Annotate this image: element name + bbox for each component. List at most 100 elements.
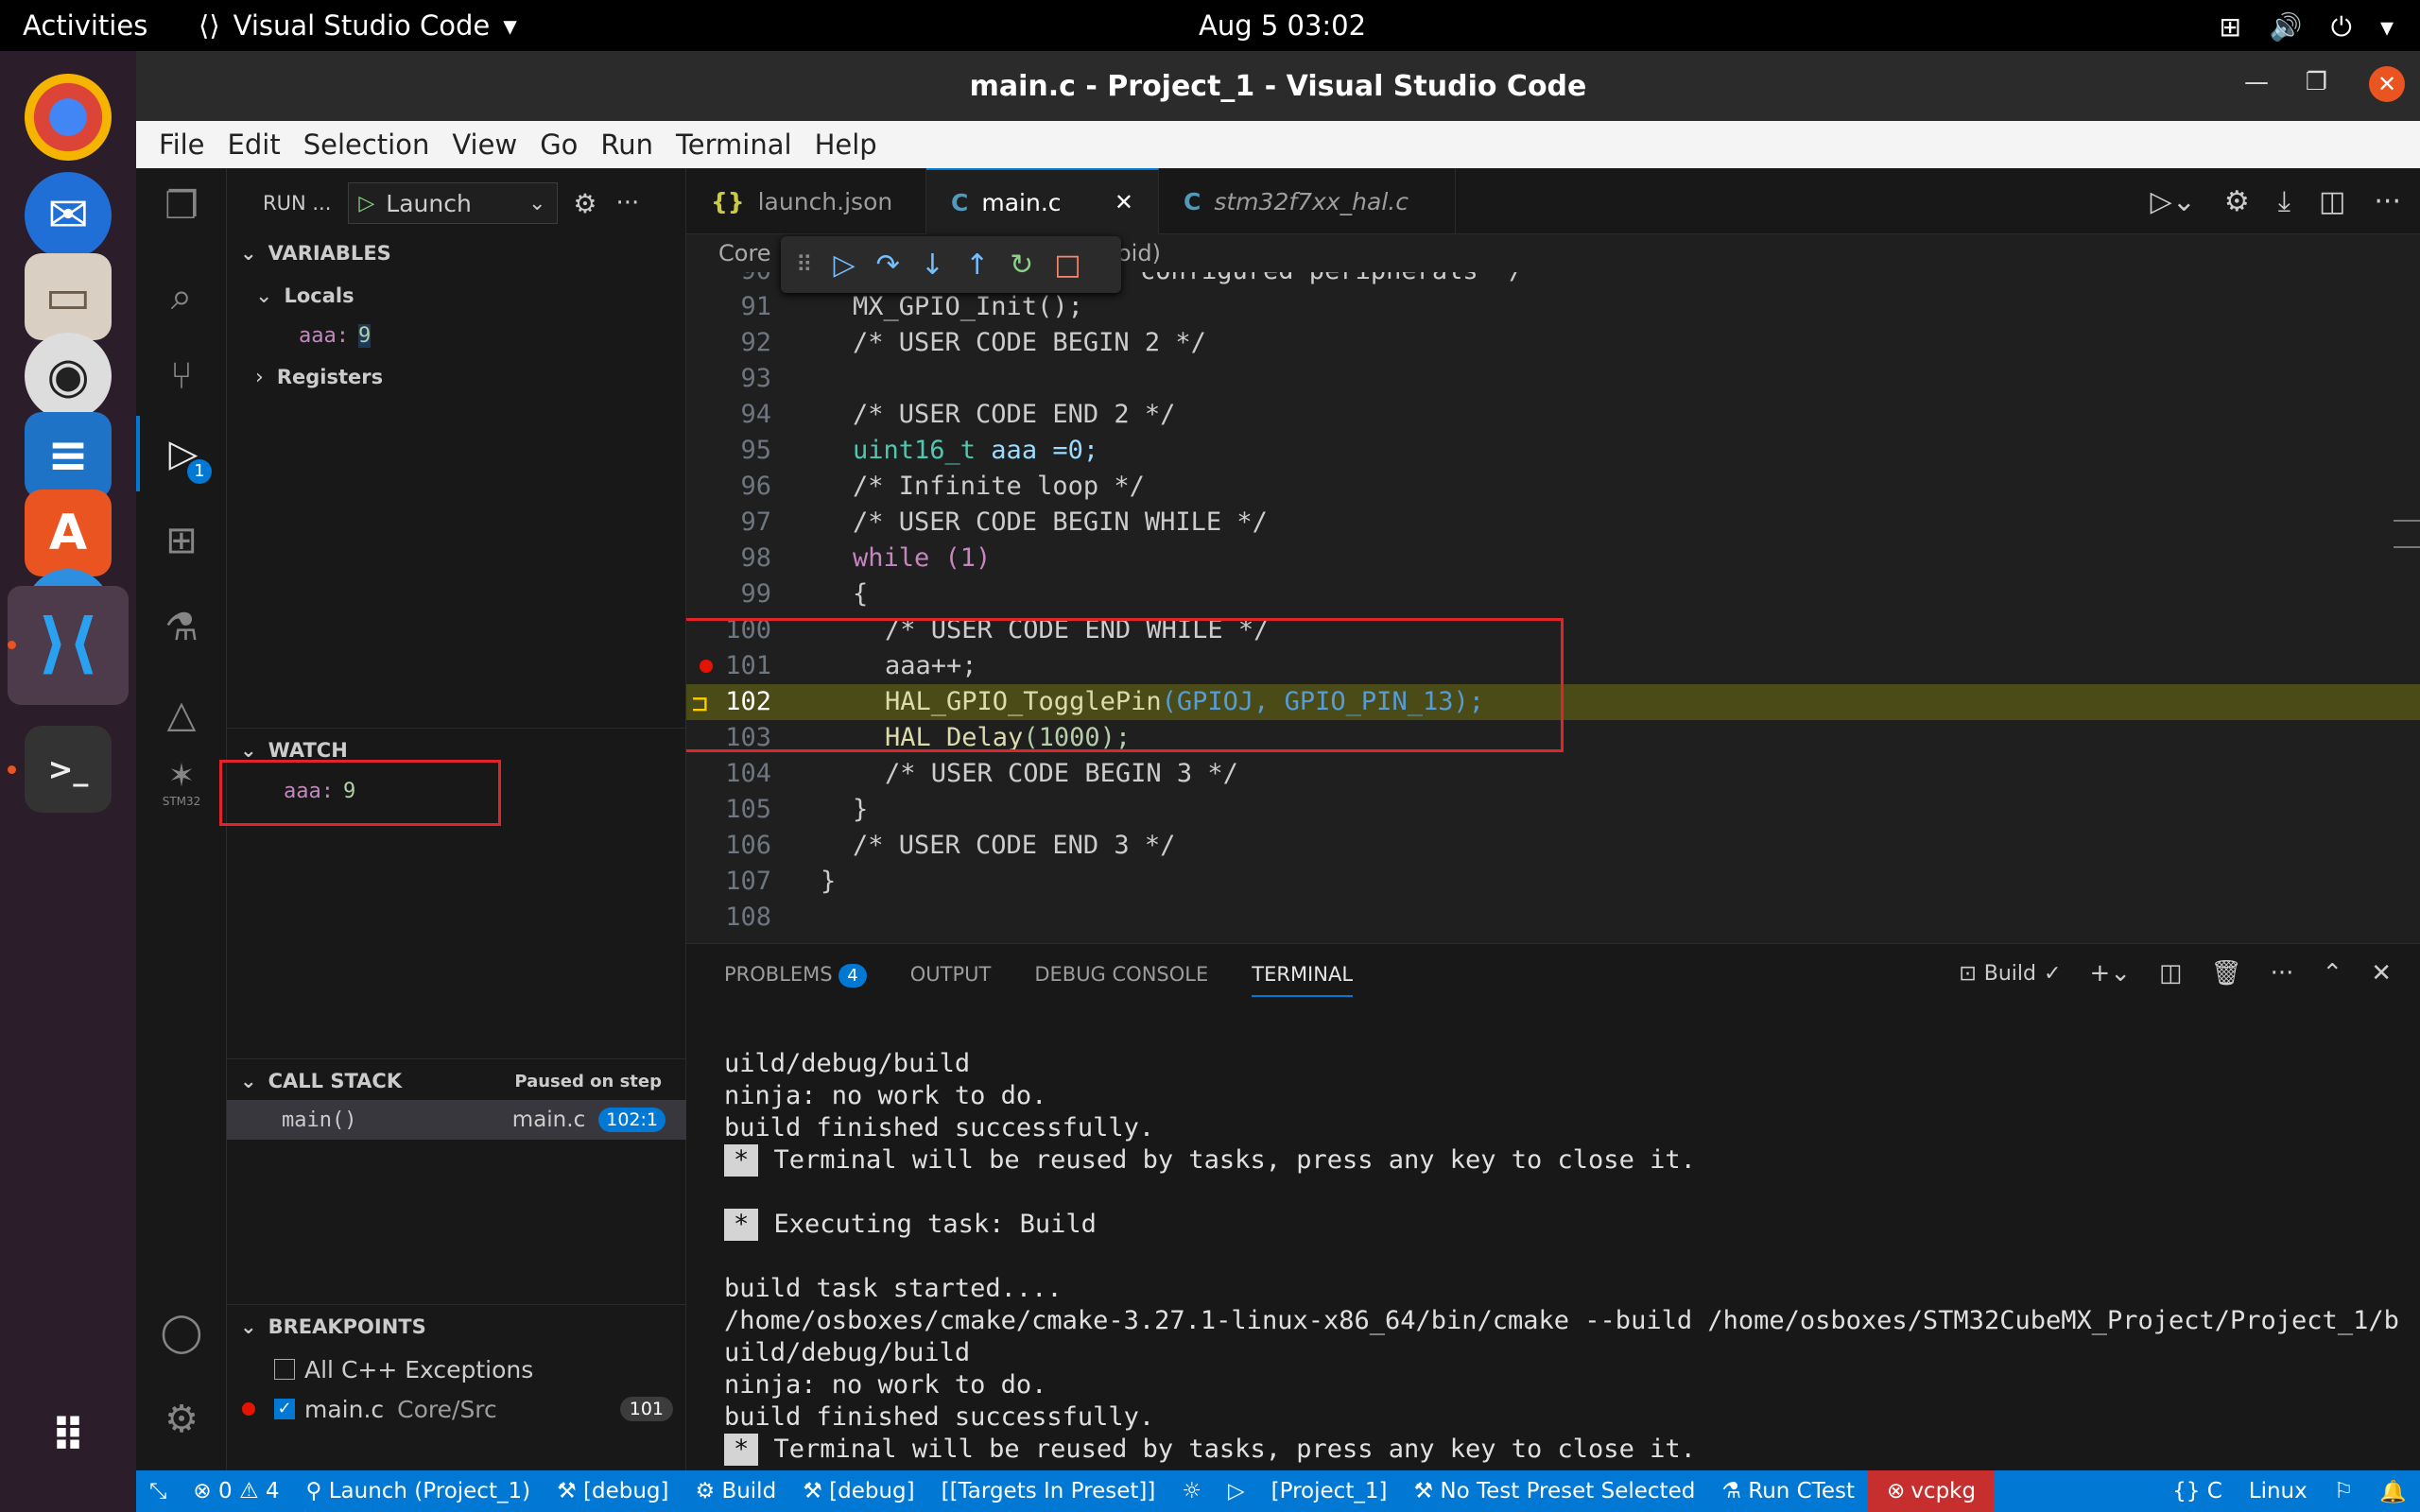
source-control-icon[interactable]: ⑂ <box>136 338 227 414</box>
breakpoint-main-c[interactable]: ✓ main.c Core/Src 101 <box>227 1389 686 1429</box>
stop-icon[interactable]: □ <box>1054 249 1080 282</box>
gear-icon[interactable]: ⚙ <box>2224 185 2250 218</box>
menu-run[interactable]: Run <box>589 121 665 168</box>
project-status[interactable]: [Project_1] <box>1258 1479 1401 1503</box>
minimap-slider[interactable] <box>2394 520 2420 548</box>
vscode-icon[interactable]: ⟩⟨ <box>25 599 112 686</box>
stack-frame-main[interactable]: main() main.c 102:1 <box>227 1100 686 1140</box>
problems-status[interactable]: ⊗ 0 ⚠ 4 <box>180 1479 292 1503</box>
start-debug-icon[interactable]: ▷ <box>358 192 374 215</box>
more-icon[interactable]: ··· <box>2271 959 2294 988</box>
breakpoint-exceptions[interactable]: All C++ Exceptions <box>227 1349 686 1389</box>
terminal-output[interactable]: uild/debug/build ninja: no work to do. bui… <box>724 1016 2399 1512</box>
thunderbird-icon[interactable]: ✉ <box>25 172 112 259</box>
tab-debug-console[interactable]: DEBUG CONSOLE <box>1034 963 1208 997</box>
menu-help[interactable]: Help <box>804 121 889 168</box>
restore-icon[interactable]: ❐ <box>2306 68 2327 96</box>
close-tab-icon[interactable]: ✕ <box>1115 189 1133 215</box>
tab-stm32f7xx-hal-c[interactable]: C stm32f7xx_hal.c <box>1159 168 1456 234</box>
ctest-status[interactable]: ⚗ Run CTest <box>1708 1479 1868 1503</box>
maximize-panel-icon[interactable]: ⌃ <box>2322 959 2342 988</box>
cmake-icon[interactable]: △ <box>136 677 227 752</box>
new-terminal-icon[interactable]: +⌄ <box>2089 959 2131 988</box>
breadcrumb-symbol[interactable]: oid) <box>1117 240 1161 266</box>
drag-handle-icon[interactable]: ⠿ <box>796 251 813 278</box>
build-variant-status[interactable]: ⚒ [debug] <box>544 1479 682 1503</box>
test-preset-status[interactable]: ⚒ No Test Preset Selected <box>1400 1479 1708 1503</box>
continue-icon[interactable]: ▷ <box>834 249 856 282</box>
launch-config-select[interactable]: ▷ Launch ⌄ <box>348 182 559 224</box>
more-icon[interactable]: ··· <box>615 189 639 217</box>
software-icon[interactable]: A <box>25 490 112 576</box>
tab-launch-json[interactable]: {} launch.json <box>686 168 926 234</box>
menu-selection[interactable]: Selection <box>292 121 441 168</box>
search-icon[interactable]: ⌕ <box>136 259 227 335</box>
feedback-icon[interactable]: ⚐ <box>2321 1479 2367 1503</box>
step-into-icon[interactable]: ↓ <box>921 249 944 282</box>
call-stack-section-header[interactable]: ⌄ CALL STACK Paused on step <box>227 1060 686 1102</box>
code-editor[interactable]: 90 configured peripherals */ 91 MX_GPIO_In… <box>686 272 2420 943</box>
trash-icon[interactable]: 🗑 <box>2211 959 2242 988</box>
tab-main-c[interactable]: C main.c ✕ <box>926 168 1159 234</box>
restart-icon[interactable]: ↻ <box>1010 249 1033 282</box>
tab-terminal[interactable]: TERMINAL <box>1252 963 1354 997</box>
extensions-icon[interactable]: ⊞ <box>136 503 227 578</box>
split-editor-icon[interactable]: ◫ <box>2319 185 2345 218</box>
clock[interactable]: Aug 5 03:02 <box>1199 9 1366 42</box>
remote-icon[interactable]: ⤡ <box>136 1479 180 1503</box>
step-over-icon[interactable]: ↷ <box>876 249 900 282</box>
minimize-icon[interactable]: — <box>2244 68 2269 96</box>
notifications-icon[interactable]: 🔔 <box>2366 1479 2420 1504</box>
more-icon[interactable]: ··· <box>2374 185 2401 218</box>
checkbox[interactable] <box>274 1359 295 1380</box>
vcpkg-status[interactable]: ⊗ vcpkg <box>1868 1470 1996 1512</box>
app-menu[interactable]: ⟨⟩ Visual Studio Code ▾ <box>199 9 517 42</box>
gear-icon[interactable]: ⚙ <box>573 188 596 219</box>
tab-problems[interactable]: PROBLEMS 4 <box>724 963 867 997</box>
chevron-down-icon: ⌄ <box>255 284 273 308</box>
registers-scope[interactable]: › Registers <box>227 357 686 397</box>
terminal-selector[interactable]: ⊡ Build ✓ <box>1959 962 2061 986</box>
settings-gear-icon[interactable]: ⚙ <box>136 1382 227 1457</box>
local-variable-aaa[interactable]: aaa: 9 <box>227 316 686 355</box>
system-tray[interactable]: ⊞ 🔊 ⏻ ▾ <box>2219 11 2394 43</box>
run-icon[interactable]: ▷ <box>1215 1479 1258 1503</box>
launch-status[interactable]: ⚲ Launch (Project_1) <box>293 1479 544 1503</box>
rhythmbox-icon[interactable]: ◉ <box>25 333 112 420</box>
menu-view[interactable]: View <box>441 121 528 168</box>
terminal-icon[interactable]: >_ <box>25 726 112 813</box>
account-icon[interactable]: ◯ <box>136 1295 227 1370</box>
writer-icon[interactable]: ≡ <box>25 412 112 499</box>
menu-go[interactable]: Go <box>528 121 589 168</box>
breakpoints-section-header[interactable]: ⌄ BREAKPOINTS <box>227 1306 686 1348</box>
breadcrumb-folder[interactable]: Core <box>718 240 771 266</box>
step-out-icon[interactable]: ↑ <box>965 249 989 282</box>
close-window-icon[interactable]: ✕ <box>2369 66 2405 102</box>
close-panel-icon[interactable]: ✕ <box>2371 959 2392 988</box>
explorer-icon[interactable]: ❐ <box>136 168 227 244</box>
debug-variant-status[interactable]: ⚒ [debug] <box>789 1479 927 1503</box>
stm32-icon[interactable]: ✶ STM32 <box>136 745 227 820</box>
show-apps-icon[interactable]: ⠿ <box>25 1393 112 1480</box>
language-status[interactable]: {} C <box>2159 1479 2236 1503</box>
locals-scope[interactable]: ⌄ Locals <box>227 276 686 316</box>
download-icon[interactable]: ⤓ <box>2278 185 2290 218</box>
targets-status[interactable]: [[Targets In Preset]] <box>928 1479 1169 1503</box>
menu-terminal[interactable]: Terminal <box>665 121 804 168</box>
build-status[interactable]: ⚙ Build <box>683 1479 790 1503</box>
menu-file[interactable]: File <box>147 121 216 168</box>
variables-section-header[interactable]: ⌄ VARIABLES <box>227 232 686 274</box>
bug-icon[interactable]: ☼ <box>1168 1479 1215 1503</box>
chrome-icon[interactable] <box>25 74 112 161</box>
tab-output[interactable]: OUTPUT <box>910 963 992 997</box>
activities-button[interactable]: Activities <box>23 9 147 42</box>
files-icon[interactable]: ▭ <box>25 253 112 340</box>
menu-edit[interactable]: Edit <box>216 121 292 168</box>
watch-title: WATCH <box>268 739 348 762</box>
checkbox-checked-icon[interactable]: ✓ <box>274 1399 295 1419</box>
run-debug-icon[interactable]: ▷ 1 <box>136 416 227 491</box>
os-status[interactable]: Linux <box>2236 1479 2321 1503</box>
split-terminal-icon[interactable]: ◫ <box>2159 959 2183 988</box>
testing-icon[interactable]: ⚗ <box>136 590 227 665</box>
run-debug-dropdown-icon[interactable]: ▷⌄ <box>2151 185 2196 218</box>
